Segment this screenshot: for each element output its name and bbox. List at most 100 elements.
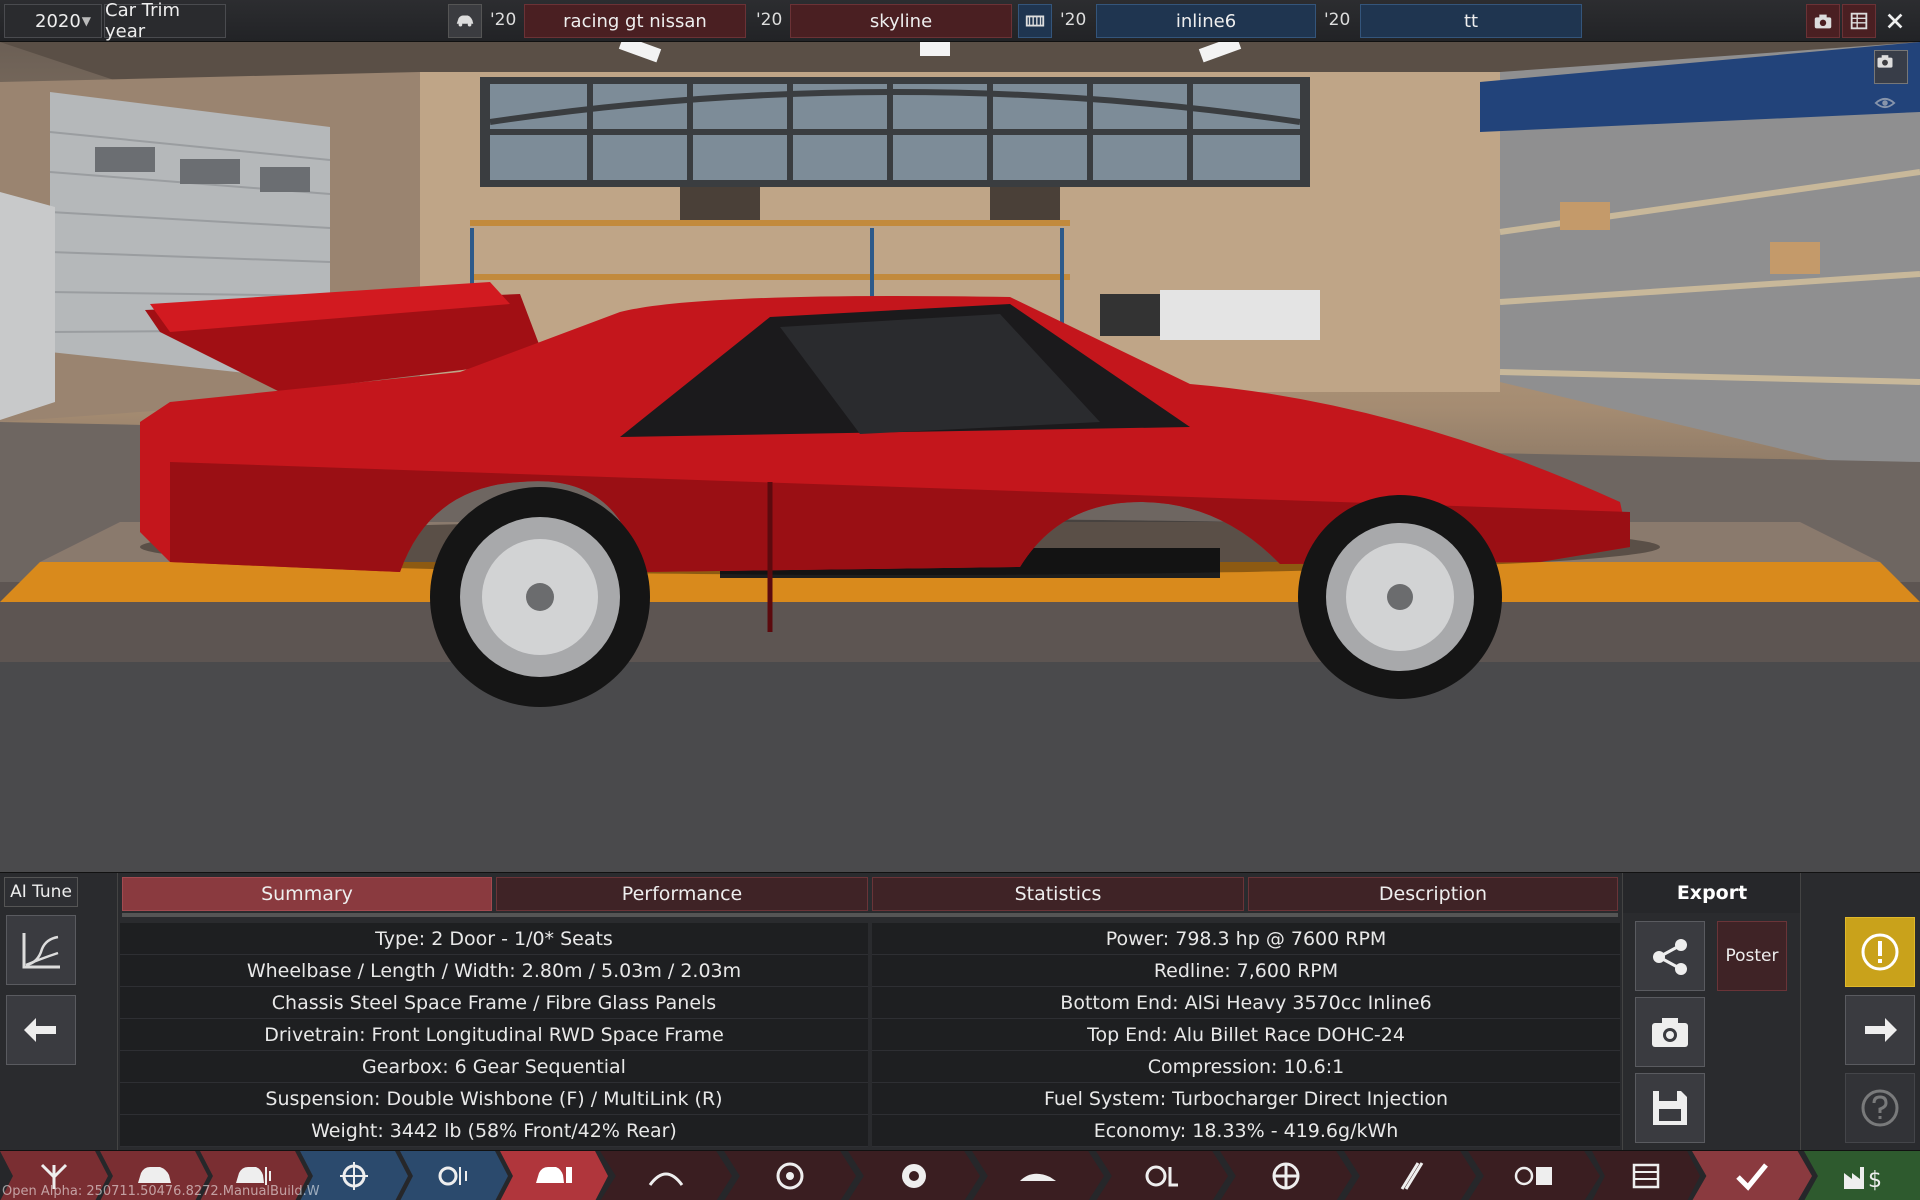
nav-factory[interactable]: $ (1804, 1151, 1920, 1200)
wheel-icon (776, 1162, 804, 1190)
engine-family-field[interactable]: inline6 (1096, 4, 1316, 38)
aero-icon (1020, 1173, 1056, 1181)
nav-tuning[interactable] (1344, 1151, 1476, 1200)
engine-bay-icon (648, 1172, 684, 1186)
help-question-icon (1861, 1089, 1899, 1127)
trim-year-label: Car Trim year (104, 0, 226, 42)
share-icon (1653, 939, 1687, 975)
graph-chart-icon (22, 933, 60, 969)
summary-suspension: Suspension: Double Wishbone (F) / MultiL… (120, 1083, 868, 1115)
warning-exclamation-icon (1861, 933, 1899, 971)
warning-button[interactable] (1845, 917, 1915, 987)
ai-tune-button[interactable]: AI Tune (4, 877, 78, 907)
summary-economy: Economy: 18.33% - 419.6g/kWh (872, 1115, 1620, 1147)
trim-year: '20 (756, 10, 783, 30)
car-design-icon (536, 1167, 572, 1183)
export-photo-button[interactable] (1635, 997, 1705, 1067)
nav-confirm[interactable] (1692, 1151, 1812, 1200)
tab-description[interactable]: Description (1248, 877, 1618, 911)
next-button[interactable] (1845, 995, 1915, 1065)
nav-suspension[interactable] (1220, 1151, 1352, 1200)
garage-viewport[interactable] (0, 42, 1920, 872)
left-tools-column: AI Tune (0, 873, 118, 1151)
summary-bottom-end: Bottom End: AlSi Heavy 3570cc Inline6 (872, 987, 1620, 1019)
summary-chassis: Chassis Steel Space Frame / Fibre Glass … (120, 987, 868, 1019)
test-track-icon (1514, 1166, 1552, 1186)
tab-description-label: Description (1378, 883, 1488, 905)
spreadsheet-icon (1632, 1163, 1660, 1189)
nav-engine-bay[interactable] (600, 1151, 732, 1200)
summary-content: Type: 2 Door - 1/0* Seats Wheelbase / Le… (120, 923, 1620, 1147)
nav-engine-variant[interactable] (400, 1151, 508, 1200)
year-dropdown[interactable]: 2020 ▼ (4, 4, 102, 38)
app-window: 2020 ▼ Car Trim year '20 racing gt nissa… (0, 0, 1920, 1200)
close-icon (1887, 13, 1903, 29)
menu-button[interactable] (1842, 4, 1876, 38)
toggle-visibility-button[interactable] (1874, 92, 1908, 126)
summary-redline: Redline: 7,600 RPM (872, 955, 1620, 987)
tab-performance-label: Performance (621, 883, 743, 905)
right-actions-column (1800, 873, 1920, 1151)
share-button[interactable] (1635, 921, 1705, 991)
front-wheel-graphic (1298, 495, 1502, 699)
summary-compression: Compression: 10.6:1 (872, 1051, 1620, 1083)
save-disk-icon (1653, 1091, 1687, 1125)
svg-text:$: $ (1868, 1168, 1882, 1193)
scene-camera-button[interactable] (1874, 50, 1908, 84)
ai-tune-label: AI Tune (10, 882, 72, 902)
chevron-down-icon: ▼ (81, 14, 91, 28)
summary-top-end: Top End: Alu Billet Race DOHC-24 (872, 1019, 1620, 1051)
nav-car-design[interactable] (500, 1151, 608, 1200)
nav-wheels[interactable] (724, 1151, 856, 1200)
nav-aero[interactable] (972, 1151, 1104, 1200)
model-year: '20 (490, 10, 517, 30)
summary-gearbox: Gearbox: 6 Gear Sequential (120, 1051, 868, 1083)
model-name-field[interactable]: racing gt nissan (524, 4, 746, 38)
arrow-right-icon (1865, 1018, 1897, 1042)
engine-block-icon (1025, 15, 1045, 27)
eye-icon (1874, 97, 1896, 109)
summary-fuel-system: Fuel System: Turbocharger Direct Injecti… (872, 1083, 1620, 1115)
tab-statistics[interactable]: Statistics (872, 877, 1244, 911)
design-stage-nav: $ Open Alpha: 250711.50476.8272.ManualBu… (0, 1150, 1920, 1200)
summary-left-column: Type: 2 Door - 1/0* Seats Wheelbase / Le… (120, 923, 868, 1147)
summary-power: Power: 798.3 hp @ 7600 RPM (872, 923, 1620, 955)
trim-name-field[interactable]: skyline (790, 4, 1012, 38)
nav-spreadsheet[interactable] (1592, 1151, 1700, 1200)
export-column: Export Poster (1622, 873, 1801, 1151)
close-button[interactable] (1878, 4, 1912, 38)
summary-weight: Weight: 3442 lb (58% Front/42% Rear) (120, 1115, 868, 1147)
nav-test-track[interactable] (1468, 1151, 1600, 1200)
factory-money-icon: $ (1844, 1167, 1882, 1193)
save-button[interactable] (1635, 1073, 1705, 1143)
tab-summary-label: Summary (261, 883, 353, 905)
engine-variant-field[interactable]: tt (1360, 4, 1582, 38)
garage-scene-illustration (0, 42, 1920, 872)
engine-family-icon (340, 1162, 368, 1190)
tab-underline (122, 913, 1618, 917)
help-button[interactable] (1845, 1073, 1915, 1143)
graph-button[interactable] (6, 915, 76, 985)
poster-button[interactable]: Poster (1717, 921, 1787, 991)
engine-icon-button[interactable] (1018, 4, 1052, 38)
nav-brakes[interactable] (848, 1151, 980, 1200)
poster-label: Poster (1725, 946, 1779, 966)
summary-type: Type: 2 Door - 1/0* Seats (120, 923, 868, 955)
back-button[interactable] (6, 995, 76, 1065)
spreadsheet-menu-icon (1850, 12, 1868, 30)
engine-variant-text: tt (1463, 10, 1479, 32)
tab-summary[interactable]: Summary (122, 877, 492, 911)
camera-icon (1877, 55, 1893, 68)
screenshot-button[interactable] (1806, 4, 1840, 38)
tab-performance[interactable]: Performance (496, 877, 868, 911)
nav-interior[interactable] (1096, 1151, 1228, 1200)
year-dropdown-value: 2020 (35, 10, 81, 32)
model-icon-button[interactable] (448, 4, 482, 38)
car-model-icon (456, 15, 474, 27)
interior-icon (1145, 1165, 1178, 1187)
tuning-icon (1400, 1162, 1424, 1190)
summary-tabs: Summary Performance Statistics Descripti… (122, 877, 1618, 913)
suspension-icon (1272, 1162, 1300, 1190)
camera-icon (1652, 1018, 1688, 1047)
tab-statistics-label: Statistics (1014, 883, 1102, 905)
